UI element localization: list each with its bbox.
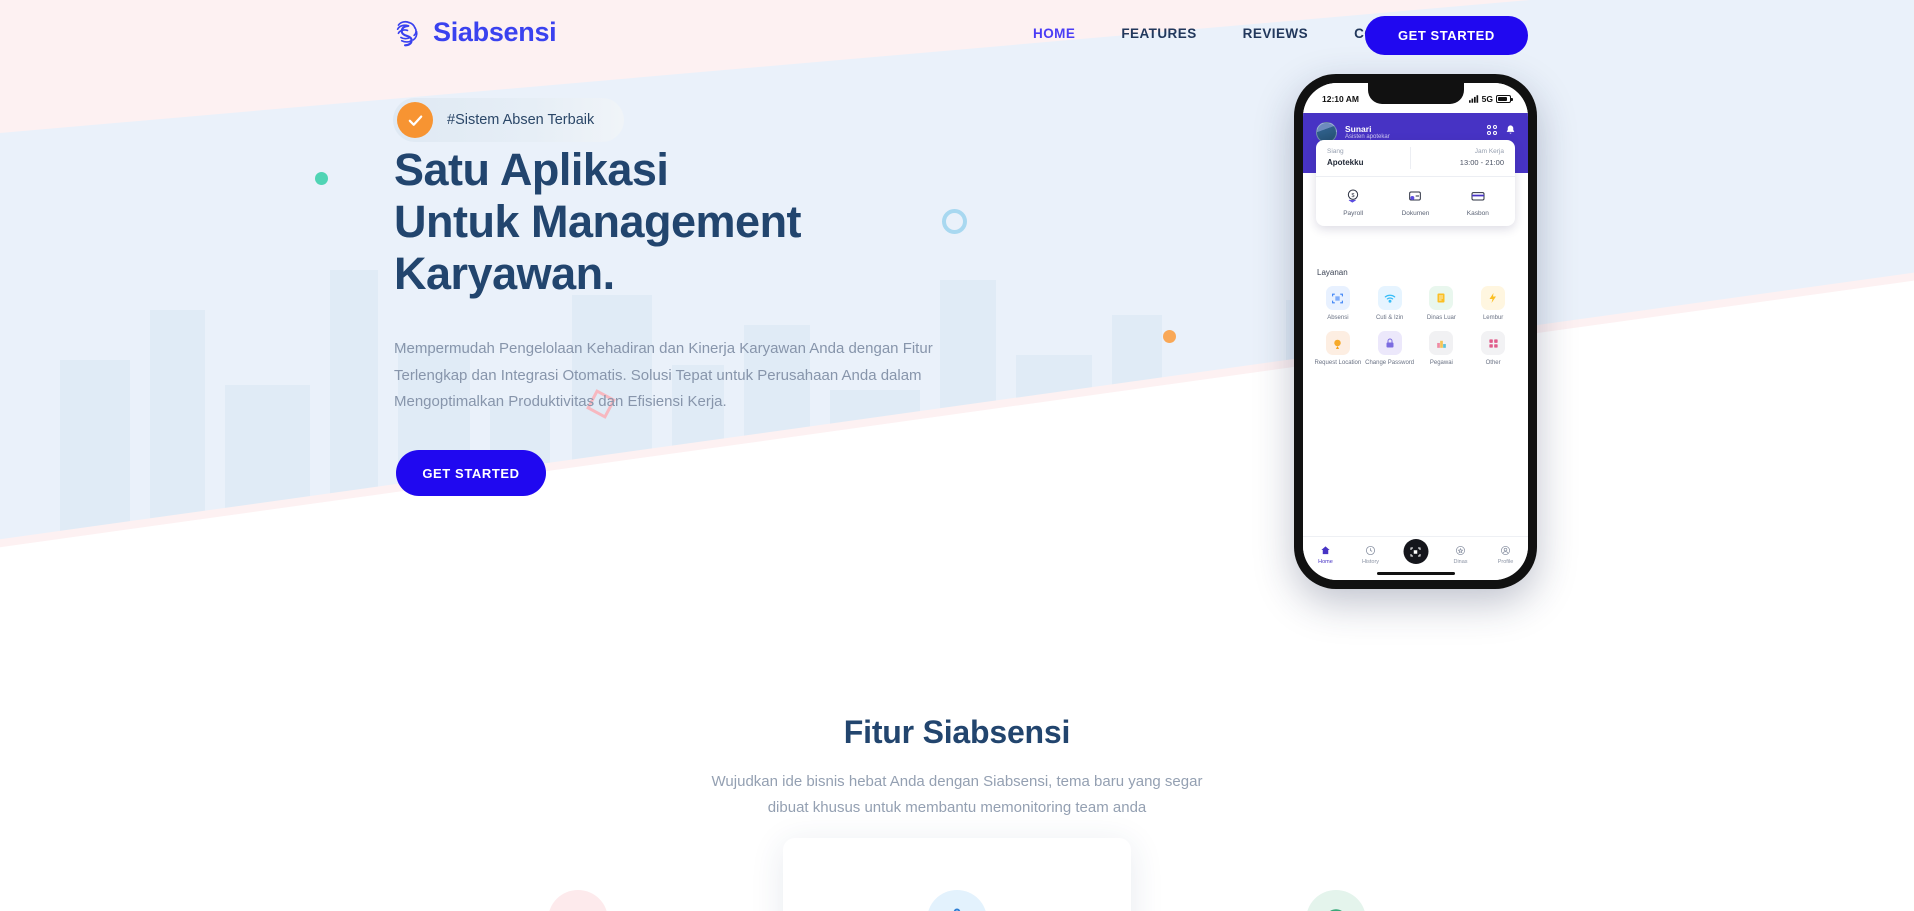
qr-scan-fab-icon[interactable]	[1403, 539, 1428, 564]
features-title: Fitur Siabsensi	[843, 714, 1071, 750]
nav-item-reviews[interactable]: REVIEWS	[1220, 26, 1331, 41]
service-label: Other	[1485, 360, 1501, 367]
quick-action-dokumen[interactable]: Dokumen	[1384, 186, 1446, 217]
features-subtitle-line-1: Wujudkan ide bisnis hebat Anda dengan Si…	[711, 773, 1203, 790]
status-network: 5G	[1481, 94, 1493, 104]
service-absensi[interactable]: Absensi	[1312, 286, 1364, 322]
chart-icon-circle	[548, 890, 608, 911]
bottom-nav-label: History	[1361, 559, 1380, 565]
hours-label: Jam Kerja	[1474, 148, 1504, 155]
home-icon	[1303, 543, 1348, 557]
site-header: Siabsensi HOME FEATURES REVIEWS CONTACT …	[0, 0, 1914, 76]
header-get-started-button[interactable]: GET STARTED	[1365, 16, 1528, 55]
service-request-location[interactable]: Request Location	[1312, 331, 1364, 367]
quick-action-label: Kasbon	[1466, 209, 1489, 217]
phone-mockup: 12:10 AM 5G Sunari Asisten apotekar Sian…	[1294, 74, 1537, 589]
user-name: Sunari	[1345, 123, 1372, 134]
feature-cards-row	[0, 838, 1914, 911]
headline-line-3: Karyawan.	[394, 248, 615, 300]
bottom-nav-profile[interactable]: Profile	[1483, 543, 1528, 565]
grid-icon	[1481, 331, 1506, 356]
service-label: Change Password	[1365, 360, 1415, 367]
battery-icon	[1496, 95, 1513, 103]
service-label: Cuti & Izin	[1375, 315, 1404, 321]
feature-card-2[interactable]	[783, 838, 1131, 911]
fingerprint-icon	[396, 20, 418, 47]
note-icon	[1429, 286, 1454, 310]
home-indicator	[1376, 572, 1455, 575]
hero-headline: Satu Aplikasi Untuk Management Karyawan.	[394, 144, 1094, 301]
nav-item-features[interactable]: FEATURES	[1098, 26, 1219, 41]
signal-icon	[1468, 95, 1478, 103]
bell-icon[interactable]	[1505, 124, 1516, 136]
hours-value: 13:00 - 21:00	[1459, 157, 1504, 167]
wifi-icon	[1377, 286, 1402, 310]
hero-section: #Sistem Absen Terbaik Satu Aplikasi Untu…	[0, 0, 1914, 600]
hero-paragraph: Mempermudah Pengelolaan Kehadiran dan Ki…	[394, 340, 933, 411]
service-change-password[interactable]: Change Password	[1364, 331, 1416, 367]
svg-text:$: $	[1352, 193, 1355, 199]
shift-label: Siang	[1327, 148, 1344, 155]
bottom-nav-history[interactable]: History	[1348, 543, 1393, 565]
service-label: Lembur	[1482, 315, 1504, 321]
lock-icon	[1377, 331, 1402, 356]
quick-action-label: Payroll	[1343, 209, 1364, 217]
hero-badge-label: #Sistem Absen Terbaik	[447, 112, 595, 128]
feature-card-3[interactable]	[1162, 838, 1510, 911]
apps-grid-icon[interactable]	[1486, 124, 1497, 136]
phone-bottom-nav: Home History Dinas Profile	[1303, 536, 1528, 580]
quick-action-label: Dokumen	[1401, 209, 1430, 217]
service-dinas-luar[interactable]: Dinas Luar	[1416, 286, 1468, 322]
headline-line-1: Satu Aplikasi	[394, 144, 669, 195]
hero-get-started-button[interactable]: GET STARTED	[396, 450, 546, 496]
location-icon	[1325, 331, 1350, 356]
quick-action-kasbon[interactable]: Kasbon	[1447, 186, 1509, 217]
bottom-nav-dinas[interactable]: Dinas	[1438, 543, 1483, 565]
network-icon-circle	[927, 890, 987, 911]
card-icon	[1447, 186, 1509, 206]
headline-line-2: Untuk Management	[394, 196, 802, 248]
nav-item-home[interactable]: HOME	[1010, 26, 1098, 41]
bottom-nav-label: Home	[1318, 559, 1333, 565]
service-pegawai[interactable]: Pegawai	[1416, 331, 1468, 367]
shift-value: Apotekku	[1327, 157, 1364, 167]
clock-check-icon-circle	[1306, 890, 1366, 911]
person-icon	[1483, 543, 1528, 557]
logo[interactable]: Siabsensi	[391, 16, 557, 49]
service-label: Absensi	[1327, 315, 1349, 321]
quick-actions-row: $ Payroll Dokumen Kasbon	[1316, 177, 1515, 226]
logo-text: Siabsensi	[433, 17, 557, 47]
features-section: Fitur Siabsensi Wujudkan ide bisnis heba…	[0, 600, 1914, 821]
features-subtitle-line-2: dibuat khusus untuk membantu memonitorin…	[767, 798, 1147, 816]
phone-notch	[1367, 83, 1464, 104]
bottom-nav-label: Profile	[1497, 559, 1514, 565]
check-circle-icon	[397, 102, 433, 138]
clock-icon	[1348, 543, 1393, 557]
service-cuti-izin[interactable]: Cuti & Izin	[1364, 286, 1416, 322]
features-subtitle: Wujudkan ide bisnis hebat Anda dengan Si…	[0, 769, 1914, 821]
phone-shift-card: Siang Apotekku Jam Kerja 13:00 - 21:00 $	[1316, 140, 1515, 226]
hero-badge: #Sistem Absen Terbaik	[393, 98, 625, 142]
quick-action-payroll[interactable]: $ Payroll	[1322, 186, 1384, 217]
status-time: 12:10 AM	[1322, 94, 1360, 104]
service-label: Pegawai	[1429, 360, 1453, 367]
bolt-icon	[1481, 286, 1506, 310]
bottom-nav-home[interactable]: Home	[1303, 543, 1348, 565]
qr-scan-icon	[1325, 286, 1350, 310]
bottom-nav-label: Dinas	[1453, 559, 1468, 565]
service-label: Request Location	[1314, 360, 1362, 367]
services-grid: Absensi Cuti & Izin Dinas Luar Lembur Re…	[1303, 277, 1528, 367]
star-icon	[1438, 543, 1483, 557]
orange-dot-decoration	[1163, 330, 1176, 343]
people-icon	[1429, 331, 1454, 356]
payroll-icon: $	[1322, 186, 1384, 206]
feature-card-1[interactable]	[404, 838, 752, 911]
service-label: Dinas Luar	[1426, 315, 1456, 321]
service-other[interactable]: Other	[1467, 331, 1519, 367]
teal-dot-decoration	[315, 172, 328, 185]
services-title: Layanan	[1317, 268, 1348, 277]
document-icon	[1384, 186, 1446, 206]
service-lembur[interactable]: Lembur	[1467, 286, 1519, 322]
